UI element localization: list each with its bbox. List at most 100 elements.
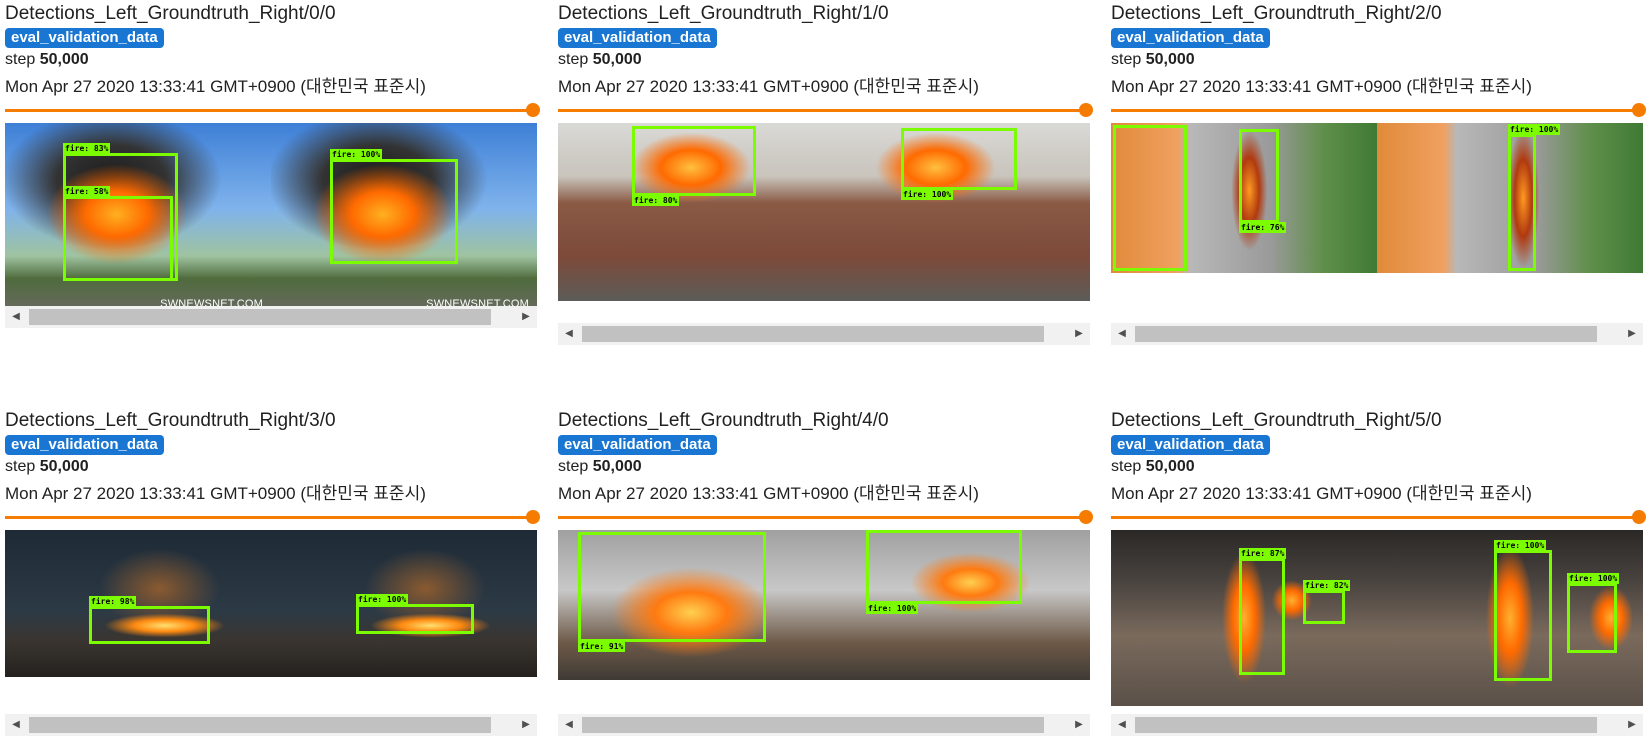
groundtruth-box: fire: 100% (866, 530, 1022, 614)
slider-thumb[interactable] (1079, 510, 1093, 524)
detection-label: fire: 82% (1303, 580, 1351, 591)
timestamp: Mon Apr 27 2020 13:33:41 GMT+0900 (대한민국 … (558, 484, 979, 503)
step-slider[interactable] (5, 510, 540, 524)
groundtruth-box: fire: 100% (1567, 573, 1620, 653)
detection-box: fire: 76% (1239, 129, 1287, 233)
detections-pane: fire: 87% fire: 82% (1111, 530, 1377, 706)
slider-thumb[interactable] (1632, 103, 1646, 117)
detections-pane: fire: 91% (558, 530, 824, 680)
groundtruth-box: fire: 100% (356, 594, 474, 634)
groundtruth-label: fire: 100% (1494, 540, 1547, 551)
card-title: Detections_Left_Groundtruth_Right/1/0 (558, 3, 889, 24)
triangle-right-icon[interactable]: ▶ (1068, 714, 1090, 736)
slider-thumb[interactable] (1079, 103, 1093, 117)
groundtruth-label: fire: 100% (356, 594, 409, 605)
detection-box: fire: 82% (1303, 580, 1351, 624)
groundtruth-pane: fire: 100% fire: 100% (1377, 530, 1643, 706)
detection-image: fire: 80% fire: 100% (558, 123, 1090, 301)
slider-thumb[interactable] (526, 510, 540, 524)
groundtruth-label: fire: 100% (1508, 124, 1561, 135)
scrollbar-thumb[interactable] (582, 717, 1044, 733)
groundtruth-label: fire: 100% (1567, 573, 1620, 584)
step-slider[interactable] (558, 103, 1093, 117)
detection-label: fire: 87% (1239, 548, 1287, 559)
triangle-left-icon[interactable]: ◀ (1111, 714, 1133, 736)
step-readout: step 50,000 (558, 51, 642, 68)
scrollbar-thumb[interactable] (29, 309, 491, 325)
card-title: Detections_Left_Groundtruth_Right/0/0 (5, 3, 336, 24)
timestamp: Mon Apr 27 2020 13:33:41 GMT+0900 (대한민국 … (558, 77, 979, 96)
detection-image: fire: 91% fire: 100% (558, 530, 1090, 680)
groundtruth-pane: fire: 100% (824, 123, 1090, 301)
image-card-3: Detections_Left_Groundtruth_Right/3/0 ev… (5, 409, 540, 736)
detection-image: fire: 87% fire: 82% fire: 100% fire: 100… (1111, 530, 1643, 706)
detection-box: fire: 80% (632, 126, 756, 206)
horizontal-scrollbar[interactable]: ◀ ▶ (558, 714, 1090, 736)
groundtruth-label: fire: 100% (901, 189, 954, 200)
triangle-right-icon[interactable]: ▶ (1621, 714, 1643, 736)
triangle-left-icon[interactable]: ◀ (558, 714, 580, 736)
horizontal-scrollbar[interactable]: ◀ ▶ (558, 323, 1090, 345)
detection-box (1113, 125, 1187, 271)
detections-pane: fire: 76% (1111, 123, 1377, 273)
card-title: Detections_Left_Groundtruth_Right/2/0 (1111, 3, 1442, 24)
timestamp: Mon Apr 27 2020 13:33:41 GMT+0900 (대한민국 … (1111, 77, 1532, 96)
image-card-2: Detections_Left_Groundtruth_Right/2/0 ev… (1111, 2, 1646, 345)
image-card-1: Detections_Left_Groundtruth_Right/1/0 ev… (558, 2, 1093, 345)
step-readout: step 50,000 (558, 458, 642, 475)
detection-box: fire: 58% (63, 186, 173, 281)
triangle-right-icon[interactable]: ▶ (1621, 323, 1643, 345)
detection-label: fire: 83% (63, 143, 111, 154)
groundtruth-box: fire: 100% (330, 149, 458, 264)
detection-label: fire: 98% (89, 596, 137, 607)
detection-label: fire: 58% (63, 186, 111, 197)
step-slider[interactable] (1111, 510, 1646, 524)
card-title: Detections_Left_Groundtruth_Right/4/0 (558, 410, 889, 431)
card-title: Detections_Left_Groundtruth_Right/5/0 (1111, 410, 1442, 431)
horizontal-scrollbar[interactable]: ◀ ▶ (1111, 323, 1643, 345)
slider-thumb[interactable] (526, 103, 540, 117)
triangle-left-icon[interactable]: ◀ (558, 323, 580, 345)
triangle-left-icon[interactable]: ◀ (5, 714, 27, 736)
groundtruth-box: fire: 100% (1494, 540, 1552, 681)
horizontal-scrollbar[interactable]: ◀ ▶ (1111, 714, 1643, 736)
step-slider[interactable] (1111, 103, 1646, 117)
run-tag: eval_validation_data (1111, 28, 1270, 48)
detection-box: fire: 91% (578, 532, 766, 652)
scrollbar-thumb[interactable] (1135, 717, 1597, 733)
step-readout: step 50,000 (1111, 458, 1195, 475)
triangle-right-icon[interactable]: ▶ (515, 306, 537, 328)
image-card-0: Detections_Left_Groundtruth_Right/0/0 ev… (5, 2, 540, 328)
step-slider[interactable] (5, 103, 540, 117)
triangle-right-icon[interactable]: ▶ (1068, 323, 1090, 345)
scrollbar-thumb[interactable] (1135, 326, 1597, 342)
image-card-4: Detections_Left_Groundtruth_Right/4/0 ev… (558, 409, 1093, 736)
detection-label: fire: 76% (1239, 222, 1287, 233)
horizontal-scrollbar[interactable]: ◀ ▶ (5, 306, 537, 328)
detection-image: fire: 83% fire: 58% SWNEWSNET.COM fire: … (5, 123, 537, 313)
detection-image: fire: 98% fire: 100% (5, 530, 537, 677)
run-tag: eval_validation_data (5, 28, 164, 48)
detections-pane: fire: 83% fire: 58% SWNEWSNET.COM (5, 123, 271, 313)
card-title: Detections_Left_Groundtruth_Right/3/0 (5, 410, 336, 431)
scrollbar-thumb[interactable] (29, 717, 491, 733)
detection-label: fire: 80% (632, 195, 680, 206)
step-readout: step 50,000 (5, 458, 89, 475)
triangle-right-icon[interactable]: ▶ (515, 714, 537, 736)
step-slider[interactable] (558, 510, 1093, 524)
detection-label: fire: 91% (578, 641, 626, 652)
triangle-left-icon[interactable]: ◀ (5, 306, 27, 328)
timestamp: Mon Apr 27 2020 13:33:41 GMT+0900 (대한민국 … (5, 77, 426, 96)
image-card-5: Detections_Left_Groundtruth_Right/5/0 ev… (1111, 409, 1646, 736)
slider-thumb[interactable] (1632, 510, 1646, 524)
timestamp: Mon Apr 27 2020 13:33:41 GMT+0900 (대한민국 … (5, 484, 426, 503)
scrollbar-thumb[interactable] (582, 326, 1044, 342)
run-tag: eval_validation_data (5, 435, 164, 455)
triangle-left-icon[interactable]: ◀ (1111, 323, 1133, 345)
run-tag: eval_validation_data (558, 435, 717, 455)
horizontal-scrollbar[interactable]: ◀ ▶ (5, 714, 537, 736)
groundtruth-box: fire: 100% (901, 128, 1017, 200)
detections-pane: fire: 80% (558, 123, 824, 301)
step-readout: step 50,000 (1111, 51, 1195, 68)
run-tag: eval_validation_data (558, 28, 717, 48)
